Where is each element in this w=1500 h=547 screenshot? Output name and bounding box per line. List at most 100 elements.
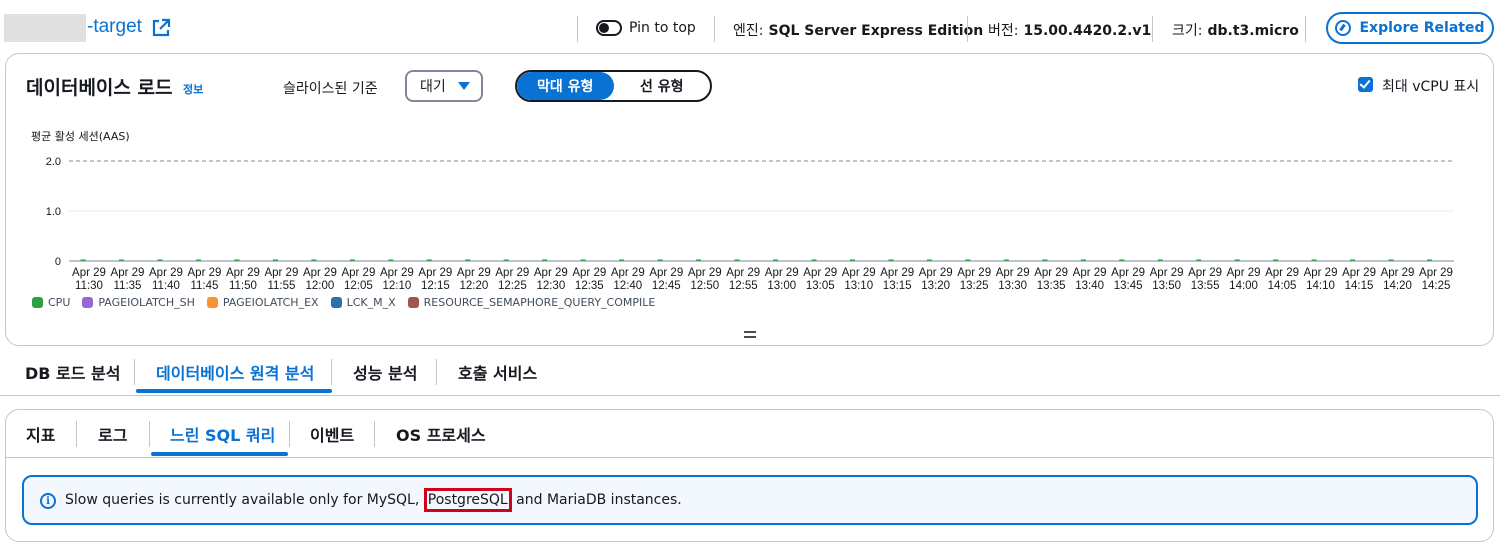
legend-label: LCK_M_X — [346, 296, 396, 309]
chart-bar — [1388, 259, 1394, 261]
db-load-panel: 데이터베이스 로드 정보 슬라이스된 기준 대기 막대 유형 선 유형 최대 v… — [5, 53, 1494, 346]
legend-swatch — [206, 297, 218, 308]
chart-bar — [1311, 259, 1317, 261]
chart-bar — [696, 259, 702, 261]
x-tick-label: 12:50 — [690, 280, 719, 292]
external-link-icon[interactable] — [151, 18, 171, 38]
x-tick-label: 12:00 — [306, 280, 335, 292]
chart-bar — [926, 259, 932, 261]
chart-bar — [465, 259, 471, 261]
tab-performance-analysis[interactable]: 성능 분석 — [353, 352, 417, 392]
page-header: -target Pin to top 엔진: SQL Server Express… — [0, 0, 1500, 56]
tab-logs[interactable]: 로그 — [98, 414, 127, 454]
x-tick-label: Apr 29 — [534, 267, 568, 279]
postgresql-highlight: PostgreSQL — [423, 488, 512, 512]
legend-item[interactable]: PAGEIOLATCH_SH — [82, 296, 195, 309]
engine-meta: 엔진: SQL Server Express Edition — [733, 23, 984, 39]
tab-divider — [331, 359, 332, 385]
x-tick-label: 12:30 — [536, 280, 565, 292]
x-tick-label: Apr 29 — [1227, 267, 1261, 279]
x-tick-label: Apr 29 — [957, 267, 991, 279]
legend-swatch — [32, 297, 43, 308]
chart-bar — [388, 259, 394, 261]
x-tick-label: 13:05 — [806, 280, 835, 292]
tab-divider — [134, 359, 135, 385]
y-tick-label: 1.0 — [46, 206, 61, 218]
divider — [1305, 16, 1306, 42]
x-tick-label: 12:55 — [729, 280, 758, 292]
tab-db-telemetry[interactable]: 데이터베이스 원격 분석 — [156, 352, 314, 392]
x-tick-label: Apr 29 — [919, 267, 953, 279]
x-tick-label: 13:25 — [960, 280, 989, 292]
tab-metrics[interactable]: 지표 — [26, 414, 55, 454]
chart-bar — [311, 259, 317, 261]
divider — [714, 16, 715, 42]
x-tick-label: Apr 29 — [72, 267, 106, 279]
legend-swatch — [82, 297, 94, 308]
info-icon: i — [40, 493, 56, 509]
tab-divider — [436, 359, 437, 385]
tab-slow-sql-queries[interactable]: 느린 SQL 쿼리 — [170, 414, 275, 454]
x-tick-label: 11:45 — [190, 280, 218, 292]
x-tick-label: Apr 29 — [842, 267, 876, 279]
tab-os-processes[interactable]: OS 프로세스 — [396, 414, 486, 454]
resize-handle[interactable] — [744, 331, 756, 338]
legend-item[interactable]: PAGEIOLATCH_EX — [206, 296, 319, 309]
divider — [1152, 16, 1153, 42]
x-tick-label: 13:00 — [767, 280, 796, 292]
x-tick-label: 11:55 — [267, 280, 295, 292]
x-tick-label: Apr 29 — [880, 267, 914, 279]
x-tick-label: Apr 29 — [1419, 267, 1453, 279]
x-tick-label: Apr 29 — [149, 267, 183, 279]
x-tick-label: Apr 29 — [380, 267, 414, 279]
x-tick-label: Apr 29 — [611, 267, 645, 279]
x-tick-label: 12:45 — [652, 280, 681, 292]
x-tick-label: Apr 29 — [726, 267, 760, 279]
x-tick-label: Apr 29 — [1381, 267, 1415, 279]
legend-label: PAGEIOLATCH_EX — [222, 296, 319, 309]
redacted-name — [4, 14, 86, 42]
chart-bar — [734, 259, 740, 261]
x-tick-label: Apr 29 — [803, 267, 837, 279]
pin-toggle[interactable] — [596, 20, 622, 36]
chart-bar — [1080, 259, 1086, 261]
tab-calling-services[interactable]: 호출 서비스 — [458, 352, 537, 392]
instance-title[interactable]: -target — [87, 16, 142, 38]
chart-bar — [965, 259, 971, 261]
explore-related-button[interactable]: Explore Related — [1326, 12, 1494, 44]
x-tick-label: 13:30 — [998, 280, 1027, 292]
tab-divider — [149, 421, 150, 447]
legend-item[interactable]: CPU — [32, 296, 70, 309]
x-tick-label: Apr 29 — [1304, 267, 1338, 279]
active-tab-indicator — [136, 389, 332, 393]
x-tick-label: Apr 29 — [1111, 267, 1145, 279]
legend-label: RESOURCE_SEMAPHORE_QUERY_COMPILE — [423, 296, 656, 309]
x-tick-label: 13:15 — [883, 280, 912, 292]
tab-events[interactable]: 이벤트 — [310, 414, 354, 454]
x-tick-label: Apr 29 — [418, 267, 452, 279]
x-tick-label: 14:15 — [1345, 280, 1374, 292]
chart-bar — [80, 259, 86, 261]
sub-tabs: 지표 로그 느린 SQL 쿼리 이벤트 OS 프로세스 — [6, 410, 1493, 458]
x-tick-label: Apr 29 — [457, 267, 491, 279]
chart-bar — [542, 259, 548, 261]
info-alert: i Slow queries is currently available on… — [22, 475, 1478, 525]
active-subtab-indicator — [151, 452, 288, 456]
x-tick-label: Apr 29 — [111, 267, 145, 279]
legend-swatch — [407, 297, 419, 308]
chart-bar — [773, 259, 779, 261]
telemetry-panel: 지표 로그 느린 SQL 쿼리 이벤트 OS 프로세스 i Slow queri… — [5, 409, 1494, 542]
x-tick-label: Apr 29 — [264, 267, 298, 279]
x-tick-label: 12:15 — [421, 280, 450, 292]
legend-item[interactable]: RESOURCE_SEMAPHORE_QUERY_COMPILE — [407, 296, 656, 309]
chart-bar — [1234, 259, 1240, 261]
chart-bar — [811, 259, 817, 261]
x-tick-label: 11:50 — [229, 280, 257, 292]
legend-item[interactable]: LCK_M_X — [330, 296, 396, 309]
x-tick-label: Apr 29 — [996, 267, 1030, 279]
x-tick-label: 14:20 — [1383, 280, 1412, 292]
engine-value: SQL Server Express Edition — [768, 23, 984, 39]
x-tick-label: 12:40 — [613, 280, 642, 292]
tab-db-load-analysis[interactable]: DB 로드 분석 — [25, 352, 121, 392]
chart-bar — [888, 259, 894, 261]
